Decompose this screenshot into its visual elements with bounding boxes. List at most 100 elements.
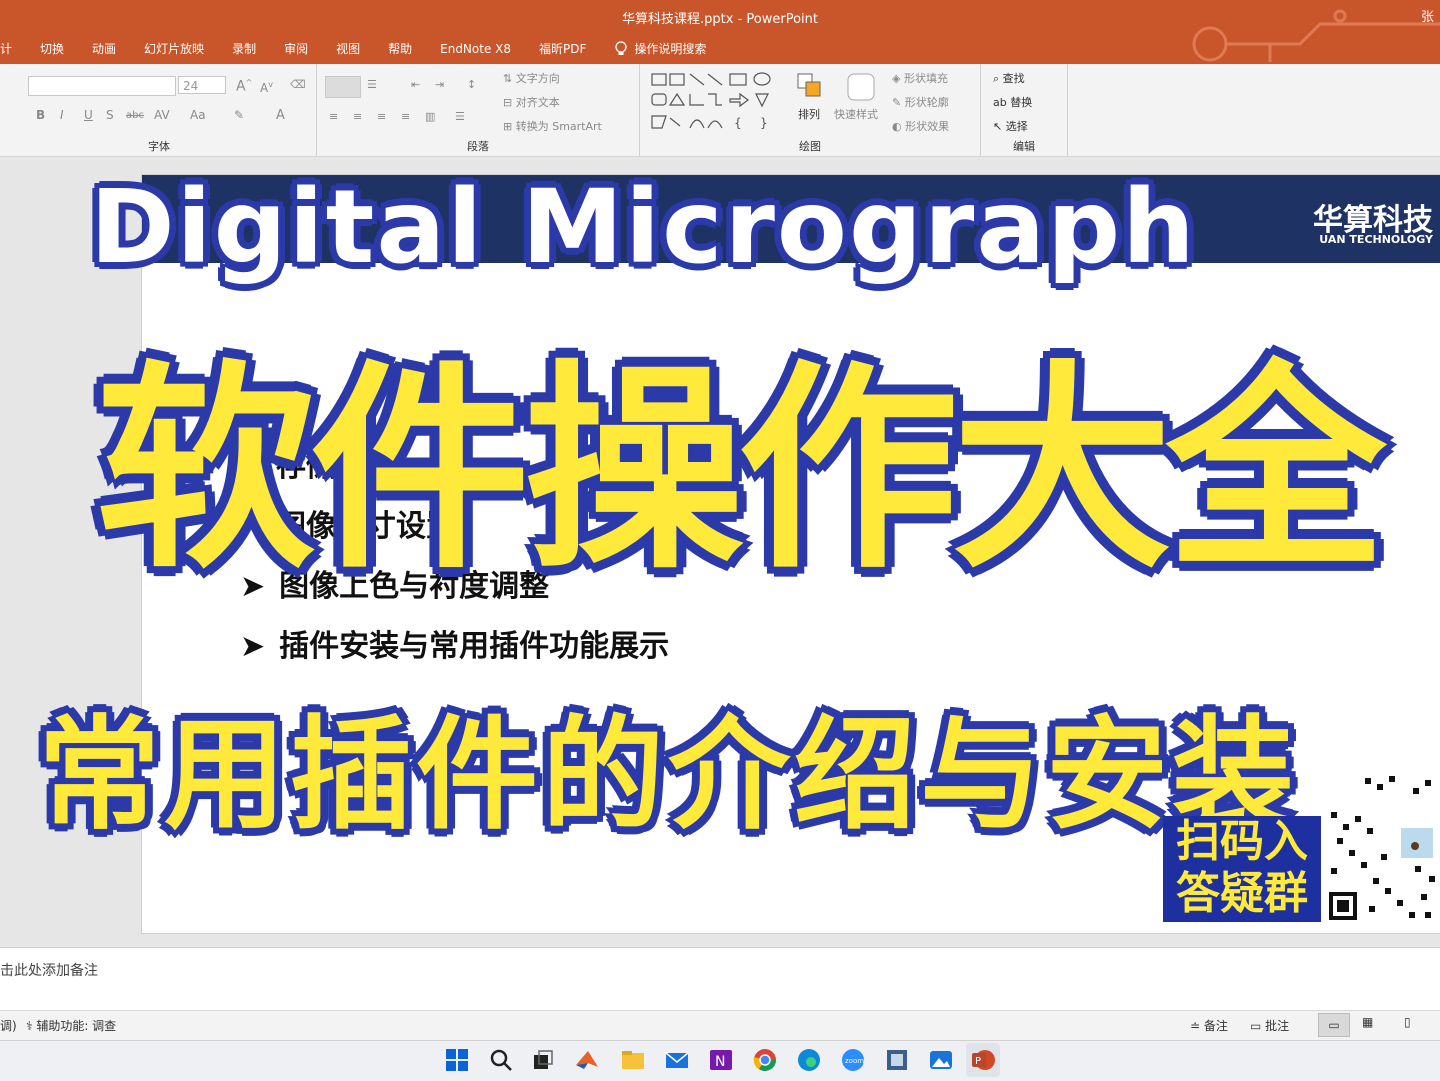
- svg-text:P: P: [975, 1056, 981, 1067]
- bullets-button[interactable]: [325, 76, 361, 98]
- decrease-indent-icon[interactable]: ⇤: [411, 78, 420, 91]
- tab-review[interactable]: 审阅: [270, 38, 322, 60]
- find-button[interactable]: ⌕ 查找: [993, 70, 1025, 86]
- columns-icon[interactable]: ▥: [425, 110, 435, 123]
- align-center-icon[interactable]: ≡: [353, 110, 362, 123]
- company-logo-subtext: UAN TECHNOLOGY: [1319, 233, 1433, 246]
- reading-view-icon[interactable]: ▯: [1404, 1015, 1411, 1029]
- change-case-button[interactable]: Aa: [190, 108, 206, 122]
- replace-button[interactable]: ab 替换: [993, 94, 1032, 110]
- tab-help[interactable]: 帮助: [374, 38, 426, 60]
- tab-view[interactable]: 视图: [322, 38, 374, 60]
- shrink-font-button[interactable]: Av: [260, 80, 273, 95]
- tab-transitions[interactable]: 切换: [26, 38, 78, 60]
- shape-effects-button[interactable]: ◐ 形状效果: [892, 118, 949, 134]
- overlay-title-chinese: 软件操作大全: [96, 342, 1386, 598]
- overlay-subtitle: 常用插件的介绍与安装: [38, 704, 1298, 846]
- effects-icon: ◐: [892, 120, 906, 133]
- editing-group-label: 编辑: [1013, 140, 1035, 153]
- numbering-icon[interactable]: ☰: [367, 78, 377, 91]
- shadow-button[interactable]: S: [106, 108, 114, 122]
- tab-slideshow[interactable]: 幻灯片放映: [130, 38, 218, 60]
- arrange-icon: [797, 73, 821, 97]
- underline-button[interactable]: U: [84, 108, 93, 122]
- matlab-icon[interactable]: [574, 1047, 600, 1073]
- chrome-icon[interactable]: [752, 1047, 778, 1073]
- text-direction-icon: ⇅: [503, 72, 516, 85]
- svg-text:}: }: [760, 116, 768, 130]
- tab-foxit-pdf[interactable]: 福昕PDF: [525, 38, 600, 60]
- align-left-icon[interactable]: ≡: [329, 110, 338, 123]
- drawing-group-label: 绘图: [799, 140, 821, 153]
- status-language: 调): [0, 1019, 17, 1033]
- qr-label: 扫码入 答疑群: [1163, 816, 1321, 922]
- mail-icon[interactable]: [664, 1047, 690, 1073]
- onenote-icon[interactable]: N: [708, 1047, 734, 1073]
- text-direction-button[interactable]: ⇅ 文字方向: [503, 70, 560, 86]
- font-group: 24 A^ Av ⌫ B I U S abc AV Aa ✎ A 字体: [0, 64, 317, 156]
- svg-text:zoom: zoom: [845, 1057, 864, 1065]
- normal-view-icon[interactable]: ▭: [1318, 1013, 1350, 1037]
- accessibility-icon: ⚕: [26, 1019, 37, 1033]
- tab-design[interactable]: 计: [0, 38, 26, 60]
- bold-button[interactable]: B: [36, 108, 45, 122]
- grow-font-button[interactable]: A^: [236, 78, 252, 95]
- slide-sorter-icon[interactable]: ▦: [1362, 1015, 1373, 1029]
- line-spacing-icon[interactable]: ↕: [467, 78, 476, 91]
- select-button[interactable]: ↖ 选择: [993, 118, 1028, 134]
- clear-format-icon[interactable]: ⌫: [290, 78, 306, 91]
- tab-animations[interactable]: 动画: [78, 38, 130, 60]
- editing-group: ⌕ 查找 ab 替换 ↖ 选择 编辑: [981, 64, 1068, 156]
- shape-outline-button[interactable]: ✎ 形状轮廓: [892, 94, 949, 110]
- notes-toggle-button[interactable]: ≐ 备注: [1190, 1017, 1228, 1034]
- smartart-label: 转换为 SmartArt: [515, 120, 602, 133]
- comments-button[interactable]: ▭ 批注: [1250, 1017, 1289, 1034]
- shape-effects-label: 形状效果: [905, 120, 950, 133]
- photos-icon[interactable]: [928, 1047, 954, 1073]
- paragraph-align-icon[interactable]: ☰: [455, 110, 465, 123]
- smartart-icon: ⊞: [503, 120, 516, 133]
- shape-fill-button[interactable]: ◈ 形状填充: [892, 70, 948, 86]
- windows-start-icon[interactable]: [444, 1047, 470, 1073]
- smartart-button[interactable]: ⊞ 转换为 SmartArt: [503, 118, 602, 134]
- highlight-icon[interactable]: ✎: [234, 108, 244, 122]
- strikethrough-button[interactable]: abc: [126, 110, 144, 121]
- qr-label-line1: 扫码入: [1176, 816, 1308, 867]
- tell-me-search[interactable]: 操作说明搜索: [600, 38, 720, 60]
- justify-icon[interactable]: ≡: [401, 110, 410, 123]
- search-icon[interactable]: [488, 1047, 514, 1073]
- digital-micrograph-icon[interactable]: [884, 1047, 910, 1073]
- bullet-plugin-install[interactable]: ➤ 插件安装与常用插件功能展示: [240, 621, 669, 665]
- increase-indent-icon[interactable]: ⇥: [435, 78, 444, 91]
- font-color-button[interactable]: A: [276, 108, 285, 123]
- align-text-button[interactable]: ⊟ 对齐文本: [503, 94, 560, 110]
- powerpoint-active-tab[interactable]: P: [966, 1043, 1000, 1077]
- font-name-combo[interactable]: [28, 76, 176, 96]
- svg-text:{: {: [734, 116, 742, 130]
- arrange-button[interactable]: 排列: [798, 106, 820, 122]
- quick-styles-icon: [847, 73, 875, 101]
- search-icon: ⌕: [993, 72, 1003, 85]
- tab-endnote[interactable]: EndNote X8: [426, 38, 525, 60]
- file-explorer-icon[interactable]: [620, 1047, 646, 1073]
- edge-icon[interactable]: [796, 1047, 822, 1073]
- powerpoint-icon: P: [972, 1050, 995, 1070]
- cursor-icon: ↖: [993, 120, 1006, 133]
- align-right-icon[interactable]: ≡: [377, 110, 386, 123]
- shape-outline-label: 形状轮廓: [904, 96, 949, 109]
- pen-icon: ✎: [892, 96, 905, 109]
- svg-text:N: N: [715, 1054, 725, 1070]
- accessibility-status[interactable]: ⚕ 辅助功能: 调查: [26, 1017, 116, 1034]
- zoom-icon[interactable]: zoom: [840, 1047, 866, 1073]
- font-size-combo[interactable]: 24: [178, 76, 226, 94]
- notes-pane[interactable]: 击此处添加备注: [0, 947, 1440, 1010]
- overlay-title-english: Digital Micrograph: [90, 168, 1197, 287]
- italic-button[interactable]: I: [60, 108, 64, 122]
- find-label: 查找: [1002, 72, 1025, 85]
- quick-styles-button[interactable]: 快速样式: [834, 106, 878, 122]
- tab-record[interactable]: 录制: [218, 38, 270, 60]
- task-view-icon[interactable]: [530, 1047, 556, 1073]
- char-spacing-button[interactable]: AV: [154, 108, 170, 122]
- comments-label: 批注: [1265, 1019, 1290, 1033]
- shapes-gallery-icon[interactable]: {}: [650, 72, 782, 130]
